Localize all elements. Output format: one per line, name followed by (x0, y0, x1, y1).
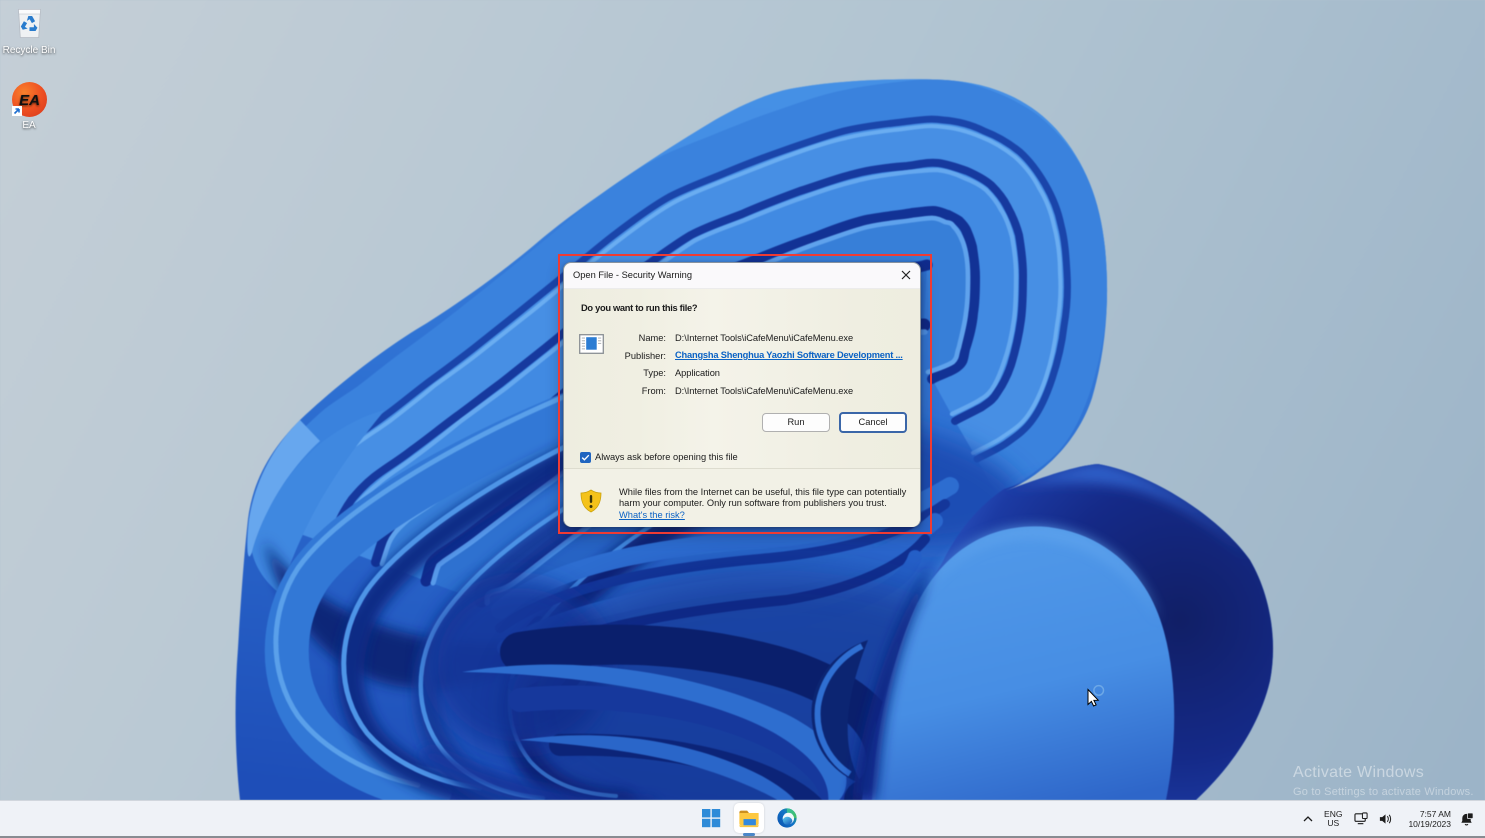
svg-text:EA: EA (19, 92, 40, 109)
